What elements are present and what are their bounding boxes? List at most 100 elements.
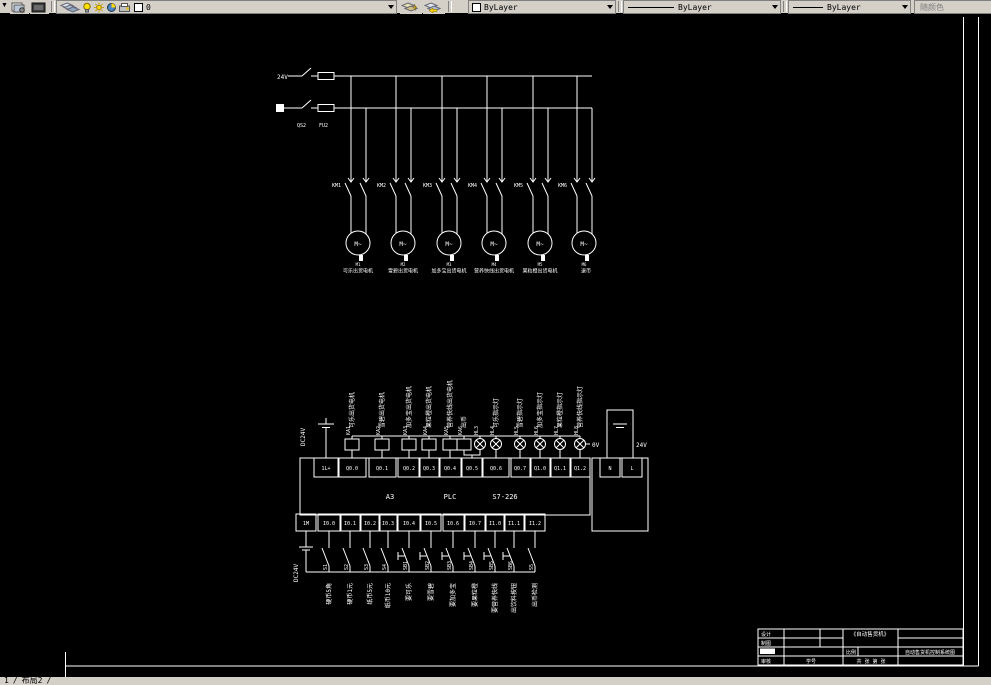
switch-id: S5: [529, 564, 535, 570]
switch-id: SB1: [403, 561, 409, 570]
device-label: 可乐出货电机: [348, 392, 356, 428]
terminal: I0.6: [447, 521, 459, 527]
switch-id: SB3: [447, 561, 453, 570]
terminal: Q0.7: [514, 466, 526, 472]
output-common-label: DC24V: [300, 428, 307, 446]
terminal: 1M: [303, 521, 309, 527]
plotstyle-control-combo: 随颜色: [914, 0, 991, 14]
input-switch-S5: S5 出币检测: [527, 531, 539, 607]
layer-combo-dropdown-icon[interactable]: [388, 5, 394, 9]
contactor-label: KM5: [514, 183, 523, 189]
input-common-label: DC24V: [293, 564, 300, 582]
input-switch-S3: S3 纸币5元: [362, 531, 374, 605]
terminal: I1.0: [489, 521, 501, 527]
layer-on-bulb-icon[interactable]: [81, 2, 93, 13]
input-switch-S4: S4 纸币10元: [380, 531, 392, 608]
switch-label: 要果粒橙: [471, 583, 479, 607]
device-id: HL3: [474, 426, 480, 435]
device-label: 雪碧出货电机: [378, 392, 386, 428]
layer-freeze-sun-icon[interactable]: [93, 2, 105, 13]
switch-label: 出饮料按钮: [510, 583, 518, 613]
make-layer-current-icon: [401, 2, 419, 12]
contactor-label: KM1: [332, 183, 341, 189]
drawing-canvas[interactable]: 设计 制图 审核 学号 《自动售货机》 比例 自动售货机控制系统图 共 张 第 …: [0, 13, 991, 677]
terminal: I0.7: [469, 521, 481, 527]
color-bylayer-chip: [472, 2, 481, 12]
color-control-combo[interactable]: ByLayer: [468, 0, 616, 14]
input-switch-S1: S1 硬币5角: [321, 531, 333, 605]
lamp-HL5: HL5 雪碧指示灯: [514, 398, 526, 458]
contactor-label: KM2: [377, 183, 386, 189]
motor-symbol-text: M~: [354, 241, 362, 248]
motor-power-circuit: 24V QS2 FU2 KM1 M~ M1 可乐出货电机 KM2 M~ M2 雪…: [276, 67, 597, 275]
tab-layout2[interactable]: 布局2: [22, 676, 43, 685]
layer-previous-icon: [424, 2, 442, 13]
terminal: Q0.2: [403, 466, 415, 472]
motor-branch: KM4 M~ M4 营养快线出货电机: [468, 76, 514, 275]
lamp-HL3: HL3: [472, 426, 486, 456]
layer-color-chip[interactable]: [134, 2, 143, 12]
title-block-check-label: 审核: [761, 658, 771, 665]
lineweight-combo-dropdown-icon[interactable]: [902, 5, 908, 9]
motor-symbol-text: M~: [399, 241, 407, 248]
motor-symbol-text: M~: [445, 241, 453, 248]
plc-output-circuit: DC24V 0V KA1 可乐出货电机 KA2 雪碧出货电机 KA3 加多宝出货…: [300, 380, 600, 458]
tab-divider: /: [12, 676, 18, 685]
linetype-combo-dropdown-icon[interactable]: [772, 5, 778, 9]
switch-label: 出币检测: [531, 583, 539, 607]
cad-application-window: ▼ 0 ByLayer ByLayer ByLayer 随颜色 设计 制图 审核…: [0, 0, 991, 685]
switch-id: SB5: [489, 561, 495, 570]
linetype-control-combo[interactable]: ByLayer: [623, 0, 781, 14]
toolbar-separator: [618, 1, 622, 12]
motor-branch: KM6 M~ M6 退币: [558, 76, 597, 275]
color-combo-dropdown-icon[interactable]: [607, 5, 613, 9]
layer-control-combo[interactable]: 0: [56, 0, 397, 14]
device-label: 雪碧指示灯: [516, 398, 524, 428]
plc-model-label: S7-226: [492, 493, 517, 501]
output-terminal-row: 1L+ Q0.0 Q0.1 Q0.2 Q0.3 Q0.4 Q0.5 Q0.6 Q…: [313, 457, 591, 478]
motor-id: M6: [582, 262, 587, 267]
terminal: I1.1: [508, 521, 520, 527]
motor-id: M5: [538, 262, 543, 267]
switch-label: 要可乐: [406, 583, 413, 601]
switch-label: 要雪碧: [427, 583, 435, 601]
layout-tab-bar: 1/布局2/: [0, 677, 991, 685]
contactor-label: KM4: [468, 183, 477, 189]
layer-lock-plot-icon[interactable]: [118, 2, 131, 13]
relay-coil-KA5: KA5 营养快线出货电机: [442, 380, 458, 458]
motor-name: 可乐出货电机: [343, 268, 373, 275]
relay-coil-KA6: KA6 出币: [456, 416, 473, 458]
lineweight-control-combo[interactable]: ByLayer: [788, 0, 911, 14]
title-block-draft-label: 制图: [761, 640, 771, 647]
input-button-SB2: SB2 要雪碧: [419, 531, 435, 601]
layer-viewport-globe-icon[interactable]: [105, 2, 118, 13]
motor-branch: KM1 M~ M1 可乐出货电机: [332, 76, 373, 275]
device-label: 营养快线指示灯: [576, 386, 584, 428]
input-button-SB3: SB3 要加多宝: [441, 531, 457, 607]
tab-divider: /: [46, 676, 52, 685]
plc-frame-label: A3: [386, 493, 394, 501]
fuse-symbol: [317, 104, 335, 112]
power-supply-label: 24V: [277, 74, 288, 81]
switch-id: S3: [364, 564, 370, 570]
color-control-value: ByLayer: [484, 2, 518, 12]
device-label: 果粒橙出货电机: [425, 386, 433, 428]
title-block-design-label: 设计: [761, 631, 771, 638]
plc-input-circuit: DC24V S1 硬币5角 S2 硬币1元 S3 纸币5元 S4 纸币10元 S…: [293, 531, 539, 613]
switch-id: S1: [323, 564, 329, 570]
neutral-terminal: N: [608, 466, 611, 472]
input-button-SB4: SB4 要果粒橙: [463, 531, 479, 607]
lamp-HL6: HL6 加多宝指示灯: [534, 392, 546, 458]
input-switch-S2: S2 硬币1元: [342, 531, 354, 605]
terminal: Q0.4: [444, 466, 456, 472]
terminal: I0.4: [403, 521, 415, 527]
tab-layout1[interactable]: 1: [4, 676, 9, 685]
lineweight-sample: [793, 6, 823, 8]
supply-24v-label: 24V: [636, 442, 647, 449]
motor-branch: KM2 M~ M2 雪碧出货电机: [377, 76, 418, 275]
toolbar-overflow-arrow-icon[interactable]: ▼: [1, 0, 8, 12]
motor-id: M2: [401, 262, 406, 267]
device-label: 加多宝出货电机: [405, 386, 413, 428]
device-label: 营养快线出货电机: [446, 380, 454, 428]
terminal: Q0.1: [376, 466, 388, 472]
